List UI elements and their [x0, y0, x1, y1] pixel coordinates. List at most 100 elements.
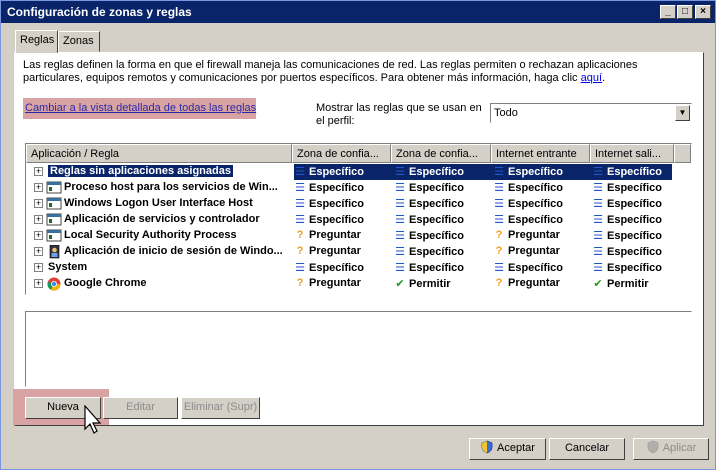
zone-status-text: Específico	[309, 182, 365, 194]
edit-rule-button[interactable]: Editar	[103, 397, 178, 419]
profile-select[interactable]: Todo ▼	[490, 103, 692, 123]
list-icon: ☰	[395, 246, 405, 258]
rule-row[interactable]: + Windows Logon User Interface Host ☰ Espec…	[26, 196, 691, 212]
zone-status-cell: ☰ Específico	[493, 197, 563, 210]
column-trusted-zone-out[interactable]: Zona de confia...	[391, 144, 491, 163]
zone-status-text: Preguntar	[309, 277, 361, 289]
column-trusted-zone-in[interactable]: Zona de confia...	[292, 144, 391, 163]
expand-icon[interactable]: +	[34, 231, 43, 240]
zone-status-text: Específico	[409, 230, 465, 242]
zone-status-cell: ☰ Específico	[294, 197, 364, 210]
list-icon: ☰	[395, 230, 405, 242]
switch-view-highlight: Cambiar a la vista detallada de todas la…	[23, 98, 256, 119]
zone-status-cell: ☰ Específico	[493, 181, 563, 194]
rule-row[interactable]: + Local Security Authority Process? Pregun…	[26, 228, 691, 244]
list-icon: ☰	[593, 262, 603, 274]
expand-icon[interactable]: +	[34, 215, 43, 224]
list-icon: ☰	[593, 246, 603, 258]
logon-app-icon	[49, 245, 60, 259]
column-internet-in[interactable]: Internet entrante	[491, 144, 590, 163]
apply-label: Aplicar	[662, 442, 697, 454]
zone-status-cell: ? Preguntar	[294, 277, 361, 289]
expand-icon[interactable]: +	[34, 199, 43, 208]
column-application[interactable]: Aplicación / Regla	[26, 144, 292, 163]
rule-row[interactable]: + Reglas sin aplicaciones asignadas ☰ Espec…	[26, 164, 691, 180]
zone-status-cell: ☰ Específico	[394, 213, 464, 226]
accept-button[interactable]: Aceptar	[469, 438, 546, 460]
list-icon: ☰	[593, 198, 603, 210]
list-icon: ☰	[295, 182, 305, 194]
rule-name-text: Windows Logon User Interface Host	[64, 197, 253, 209]
rule-row[interactable]: + Aplicación de inicio de sesión de Windo…	[26, 244, 691, 260]
rule-name-text: Local Security Authority Process	[64, 229, 237, 241]
chrome-icon	[47, 277, 61, 291]
question-icon: ?	[495, 277, 503, 289]
zone-status-cell: ☰ Específico	[394, 165, 464, 178]
column-filler	[674, 144, 691, 163]
list-icon: ☰	[494, 262, 504, 274]
zone-status-text: Específico	[508, 262, 564, 274]
maximize-button[interactable]: □	[677, 5, 693, 19]
question-icon: ?	[296, 245, 304, 257]
expand-icon[interactable]: +	[34, 263, 43, 272]
zone-status-cell: ✔ Permitir	[592, 277, 648, 290]
cancel-button[interactable]: Cancelar	[549, 438, 625, 460]
zone-status-text: Permitir	[409, 278, 451, 290]
expand-icon[interactable]: +	[34, 247, 43, 256]
zone-status-cell: ☰ Específico	[394, 229, 464, 242]
apply-button[interactable]: Aplicar	[633, 438, 709, 460]
close-button[interactable]: ×	[695, 5, 711, 19]
rules-list-header: Aplicación / Regla Zona de confia... Zon…	[26, 144, 691, 163]
app-window-icon	[46, 197, 62, 210]
question-icon: ?	[495, 229, 503, 241]
list-icon: ☰	[494, 166, 504, 178]
switch-detailed-view-link[interactable]: Cambiar a la vista detallada de todas la…	[25, 102, 256, 114]
shield-icon	[481, 440, 493, 454]
zone-status-text: Específico	[309, 262, 365, 274]
list-icon: ☰	[593, 166, 603, 178]
zone-status-text: Específico	[607, 182, 663, 194]
expand-icon[interactable]: +	[34, 183, 43, 192]
rule-row[interactable]: + System ☰ Específico ☰ Específico ☰ Específico…	[26, 260, 691, 276]
expand-icon[interactable]: +	[34, 167, 43, 176]
rules-list[interactable]: Aplicación / Regla Zona de confia... Zon…	[25, 143, 692, 295]
rule-row[interactable]: + Aplicación de servicios y controlador ☰ E…	[26, 212, 691, 228]
chevron-down-icon[interactable]: ▼	[675, 105, 690, 121]
profile-label: Mostrar las reglas que se usan en el per…	[316, 102, 482, 127]
zone-status-text: Preguntar	[508, 229, 560, 241]
zone-status-cell: ☰ Específico	[294, 181, 364, 194]
rule-name: Google Chrome	[64, 277, 289, 289]
checkmark-icon: ✔	[395, 278, 405, 290]
rule-row[interactable]: + Google Chrome? Preguntar ✔ Permitir? Pregun…	[26, 276, 691, 292]
zone-status-cell: ☰ Específico	[294, 165, 364, 178]
list-icon: ☰	[494, 198, 504, 210]
zone-status-text: Específico	[309, 198, 365, 210]
zone-status-cell: ☰ Específico	[294, 213, 364, 226]
expand-icon[interactable]: +	[34, 279, 43, 288]
list-icon: ☰	[295, 166, 305, 178]
title-bar[interactable]: Configuración de zonas y reglas _ □ ×	[1, 1, 715, 23]
zone-status-text: Específico	[607, 230, 663, 242]
question-icon: ?	[296, 229, 304, 241]
rule-name: System	[48, 261, 273, 273]
question-icon: ?	[495, 245, 503, 257]
list-icon: ☰	[593, 182, 603, 194]
delete-rule-button[interactable]: Eliminar (Supr)	[181, 397, 260, 419]
list-icon: ☰	[395, 214, 405, 226]
zone-status-text: Específico	[409, 166, 465, 178]
zone-status-text: Específico	[409, 198, 465, 210]
zone-status-text: Específico	[607, 262, 663, 274]
rule-row[interactable]: + Proceso host para los servicios de Win.…	[26, 180, 691, 196]
column-internet-out[interactable]: Internet sali...	[590, 144, 674, 163]
zone-status-text: Preguntar	[508, 277, 560, 289]
zone-status-cell: ☰ Específico	[592, 165, 662, 178]
shield-icon	[647, 440, 659, 454]
more-info-link[interactable]: aquí	[581, 72, 602, 84]
rule-name-text: Aplicación de inicio de sesión de Windo.…	[64, 245, 283, 257]
tab-rules[interactable]: Reglas	[15, 30, 58, 53]
zone-status-cell: ☰ Específico	[592, 197, 662, 210]
zone-status-cell: ☰ Específico	[592, 261, 662, 274]
rule-name: Windows Logon User Interface Host	[64, 197, 289, 209]
minimize-button[interactable]: _	[660, 5, 676, 19]
tab-zones[interactable]: Zonas	[58, 31, 100, 52]
